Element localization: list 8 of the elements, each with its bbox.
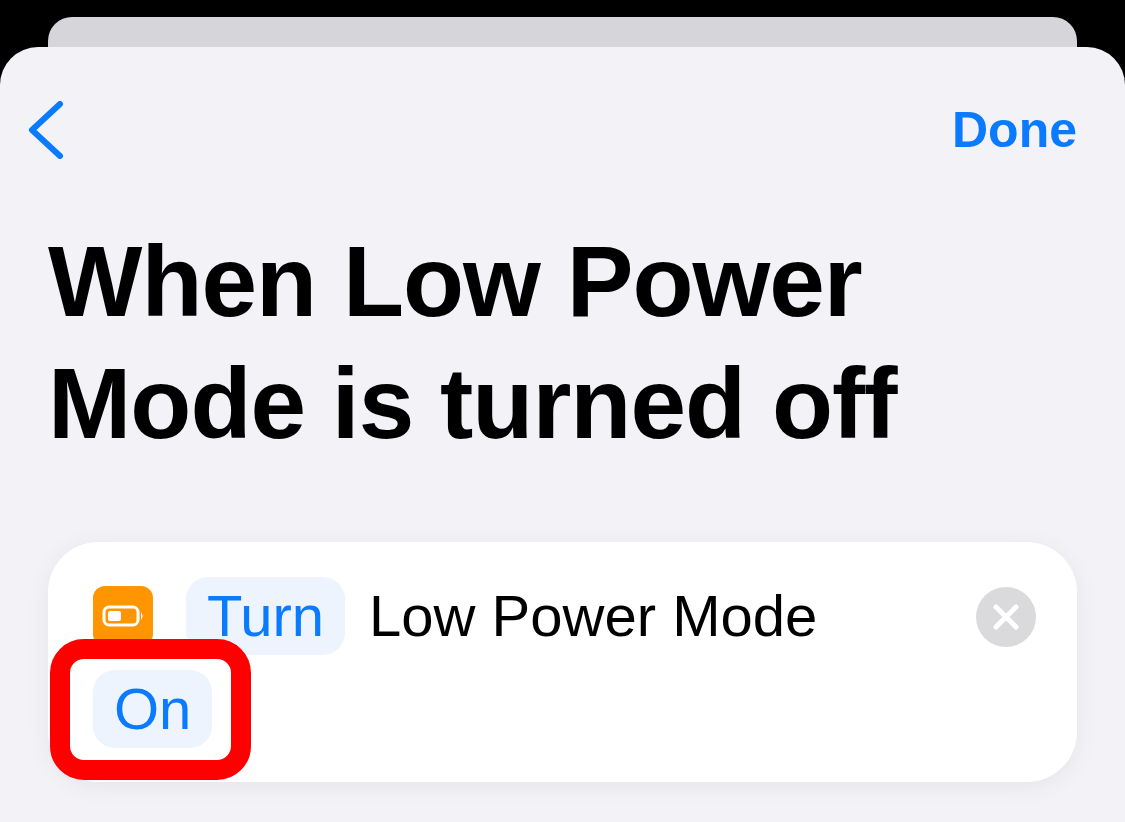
back-button[interactable] [28, 101, 64, 159]
close-icon [993, 604, 1019, 630]
parameter-token[interactable]: Turn [186, 577, 346, 655]
parameter-token[interactable]: On [93, 670, 213, 748]
chevron-left-icon [28, 101, 64, 159]
action-text: Low Power Mode [369, 582, 818, 650]
done-button[interactable]: Done [952, 105, 1077, 155]
page-title: When Low Power Mode is turned off [48, 224, 899, 461]
